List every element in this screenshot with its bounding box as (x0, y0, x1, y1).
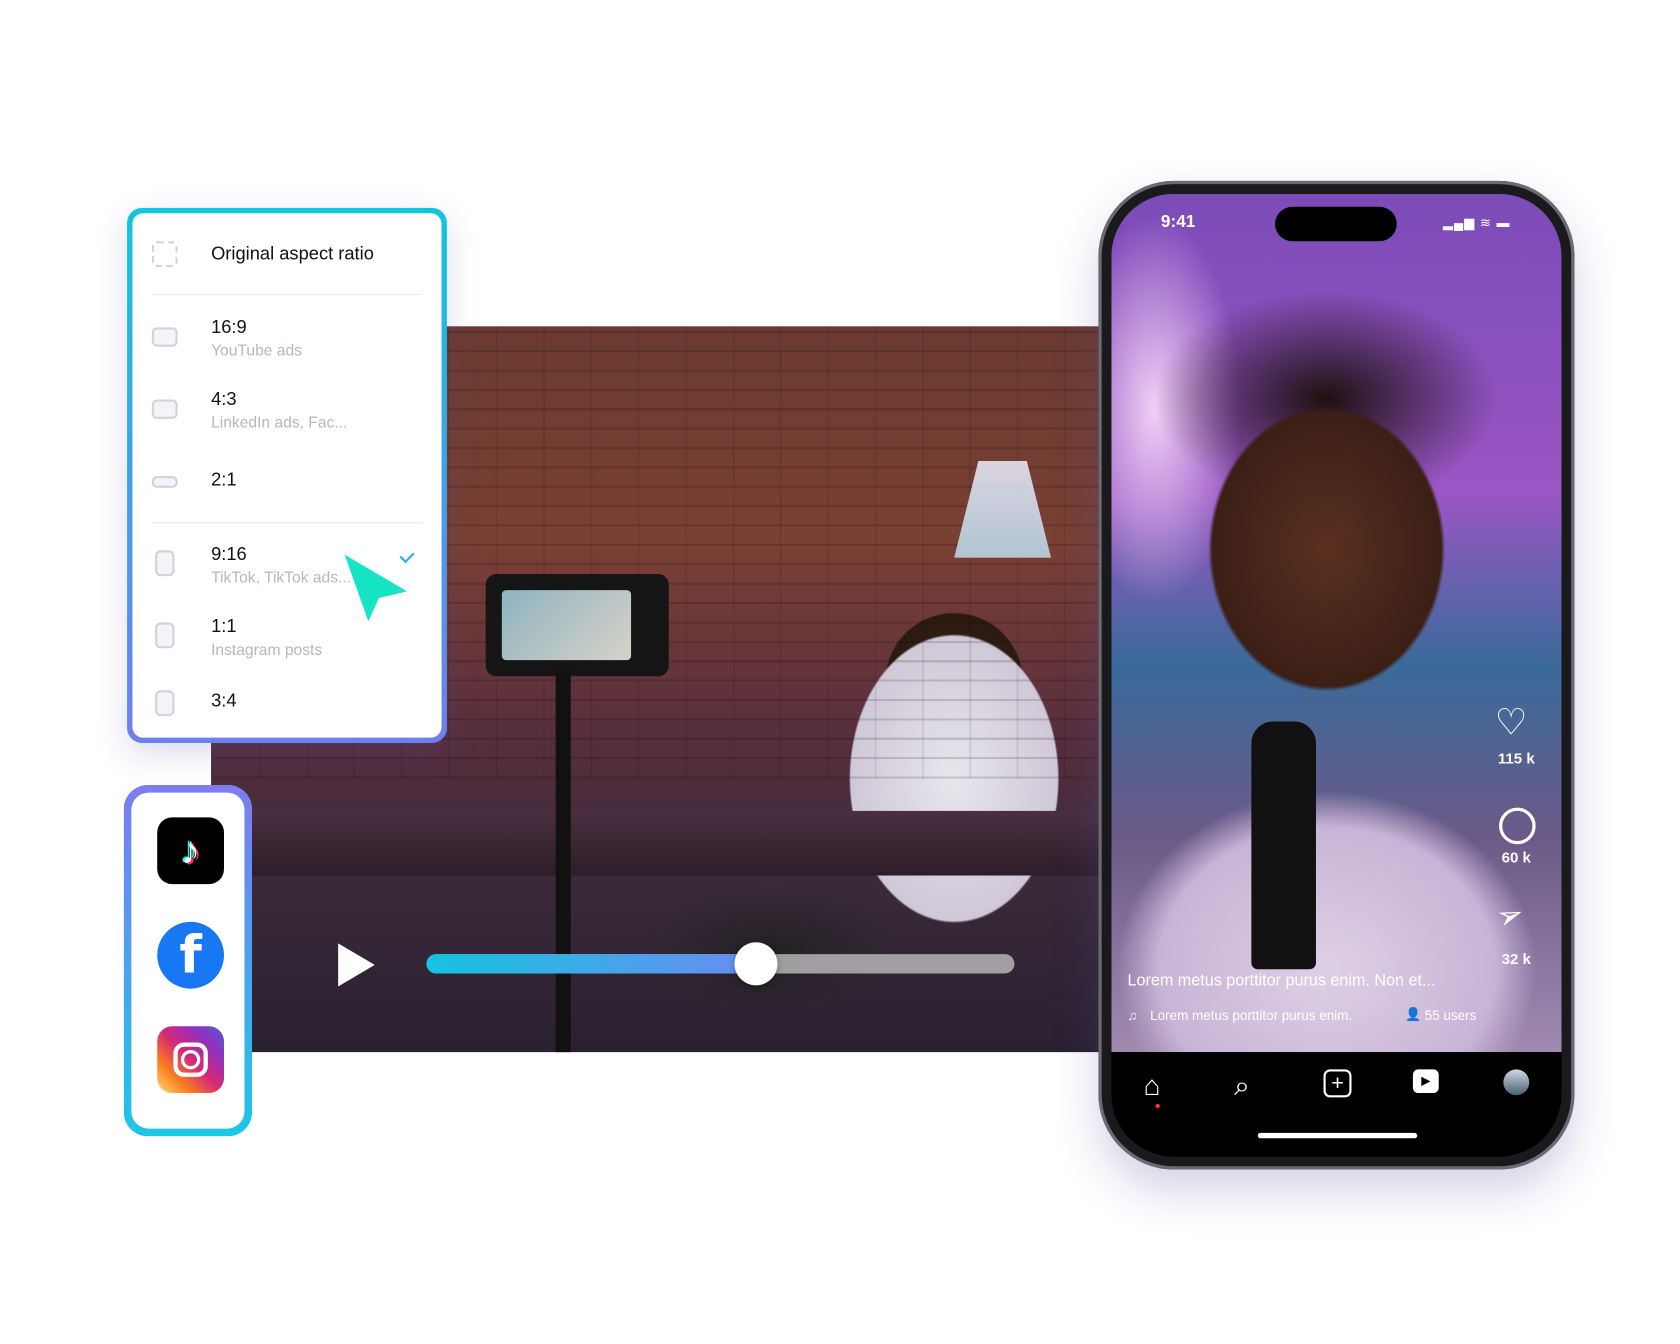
status-icons: ▂▄▆ ≋ ▬ (1443, 215, 1511, 231)
heart-icon[interactable]: ♡ (1495, 704, 1528, 741)
shares-count: 32 k (1501, 949, 1531, 968)
option-sublabel: Instagram posts (211, 641, 323, 660)
option-label: 4:3 (211, 388, 237, 410)
home-indicator (1257, 1132, 1418, 1139)
music-icon: ♫ (1127, 1007, 1138, 1024)
status-time: 9:41 (1160, 213, 1196, 232)
reels-icon[interactable]: ▶ (1412, 1069, 1439, 1094)
dynamic-island (1275, 206, 1397, 242)
option-label: Original aspect ratio (211, 243, 374, 264)
tiktok-icon[interactable]: ♪ (157, 817, 224, 885)
caption[interactable]: Lorem metus porttitor purus enim. Non et… (1128, 971, 1436, 989)
aspect-ratio-panel: Original aspect ratio 16:9 YouTube ads 4:3… (127, 207, 447, 744)
social-platforms: ♪ f (123, 785, 252, 1137)
checkbox[interactable] (151, 327, 178, 347)
facebook-icon[interactable]: f (157, 921, 224, 989)
bottom-nav: ⌂ ⌕ + ▶ (1111, 1052, 1562, 1157)
option-sublabel: YouTube ads (211, 342, 302, 360)
add-icon[interactable]: + (1323, 1069, 1352, 1098)
tripod (555, 670, 571, 1053)
option-label: 1:1 (211, 615, 237, 637)
option-sublabel: TikTok, TikTok ads... (211, 569, 352, 587)
option-label: 2:1 (211, 469, 237, 490)
slider-thumb[interactable] (734, 942, 778, 986)
search-icon[interactable]: ⌕ (1234, 1069, 1266, 1101)
progress-slider[interactable] (426, 942, 1015, 986)
phone-mockup: 9:41 ▂▄▆ ≋ ▬ ♡ 115 k 60 k ➢ 32 k Lorem m… (1098, 180, 1575, 1170)
checkbox[interactable] (151, 475, 178, 488)
microphone (1251, 721, 1316, 970)
play-icon[interactable] (338, 943, 375, 987)
likes-count: 115 k (1497, 749, 1535, 767)
user-icon: 👤 (1405, 1006, 1422, 1022)
home-icon[interactable]: ⌂ (1144, 1069, 1176, 1109)
video-photo (1111, 193, 1562, 1053)
comments-count: 60 k (1501, 848, 1531, 866)
divider (151, 522, 423, 524)
profile-avatar[interactable] (1503, 1069, 1530, 1096)
instagram-icon[interactable] (157, 1026, 224, 1094)
checkbox[interactable] (151, 241, 178, 268)
progress-fill (426, 954, 756, 974)
comment-icon[interactable] (1499, 807, 1536, 845)
users-count: 55 users (1424, 1007, 1477, 1024)
option-label: 3:4 (211, 690, 237, 711)
checkbox[interactable] (151, 399, 178, 419)
camera (485, 573, 669, 677)
music-title[interactable]: Lorem metus porttitor purus enim. (1150, 1008, 1352, 1023)
checkbox[interactable] (155, 622, 175, 649)
checkbox[interactable] (155, 550, 175, 577)
option-label: 9:16 (211, 543, 247, 565)
option-sublabel: LinkedIn ads, Fac... (211, 414, 348, 432)
checkbox[interactable] (155, 690, 175, 717)
desk (211, 810, 1101, 876)
option-label: 16:9 (211, 316, 247, 338)
divider (151, 293, 423, 296)
